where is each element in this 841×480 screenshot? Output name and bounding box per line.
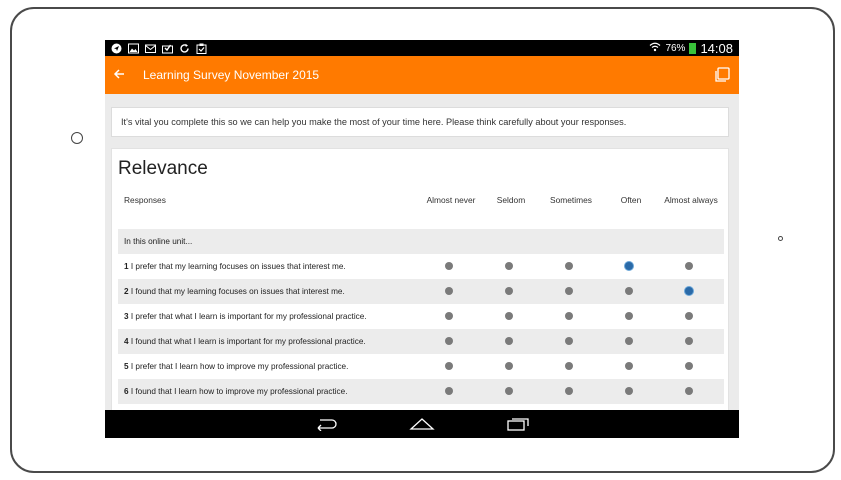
response-radio[interactable] [445, 362, 453, 370]
response-radio[interactable] [685, 337, 693, 345]
app-title: Learning Survey November 2015 [143, 68, 320, 82]
survey-table: In this online unit... 1 I prefer that m… [118, 229, 724, 429]
back-arrow-icon[interactable] [113, 68, 133, 83]
mail-check-icon [162, 43, 173, 54]
response-radio[interactable] [565, 262, 573, 270]
response-radio[interactable] [505, 337, 513, 345]
sync-icon [179, 43, 190, 54]
table-row: 1 I prefer that my learning focuses on i… [118, 254, 724, 279]
device-screen: 76% 14:08 Learning Survey November 2015 … [105, 40, 739, 438]
question-label: 6 I found that I learn how to improve my… [124, 387, 347, 396]
home-nav-icon[interactable] [409, 415, 435, 433]
intro-banner: It's vital you complete this so we can h… [111, 107, 729, 137]
response-radio[interactable] [505, 262, 513, 270]
battery-percent: 76% [665, 42, 686, 54]
response-radio[interactable] [685, 387, 693, 395]
response-radio[interactable] [565, 362, 573, 370]
question-text: I found that my learning focuses on issu… [130, 287, 345, 296]
navigation-icon [111, 43, 122, 54]
response-radio[interactable] [565, 312, 573, 320]
response-radio[interactable] [685, 287, 693, 295]
question-text: I prefer that my learning focuses on iss… [130, 262, 346, 271]
question-label: 3 I prefer that what I learn is importan… [124, 312, 367, 321]
response-radio[interactable] [445, 337, 453, 345]
recent-apps-icon[interactable] [505, 415, 531, 433]
response-radio[interactable] [625, 387, 633, 395]
question-text: I prefer that what I learn is important … [130, 312, 367, 321]
response-radio[interactable] [685, 262, 693, 270]
table-header: Responses Almost never Seldom Sometimes … [118, 195, 724, 227]
copy-icon[interactable] [713, 66, 731, 84]
question-number: 2 [124, 287, 129, 296]
app-bar: Learning Survey November 2015 [105, 56, 739, 94]
table-row: 4 I found that what I learn is important… [118, 329, 724, 354]
response-radio[interactable] [505, 362, 513, 370]
sensor-icon [778, 236, 783, 241]
wifi-icon [649, 42, 661, 55]
response-radio[interactable] [445, 287, 453, 295]
response-radio[interactable] [625, 337, 633, 345]
response-radio[interactable] [445, 262, 453, 270]
question-number: 5 [124, 362, 129, 371]
column-seldom: Seldom [496, 195, 526, 205]
response-radio[interactable] [625, 312, 633, 320]
table-row: 3 I prefer that what I learn is importan… [118, 304, 724, 329]
column-almost-always: Almost always [664, 195, 718, 205]
table-row: 5 I prefer that I learn how to improve m… [118, 354, 724, 379]
column-sometimes: Sometimes [550, 195, 592, 205]
image-icon [128, 43, 139, 54]
column-responses: Responses [124, 195, 166, 205]
question-label: 1 I prefer that my learning focuses on i… [124, 262, 346, 271]
response-radio[interactable] [685, 362, 693, 370]
response-radio[interactable] [625, 287, 633, 295]
response-radio[interactable] [505, 387, 513, 395]
question-text: I found that I learn how to improve my p… [130, 387, 348, 396]
question-label: 4 I found that what I learn is important… [124, 337, 366, 346]
gmail-icon [145, 43, 156, 54]
response-radio[interactable] [625, 262, 633, 270]
response-radio[interactable] [505, 287, 513, 295]
status-bar: 76% 14:08 [105, 40, 739, 56]
question-text: I prefer that I learn how to improve my … [130, 362, 349, 371]
column-almost-never: Almost never [426, 195, 476, 205]
question-number: 3 [124, 312, 129, 321]
group-label-row: In this online unit... [118, 229, 724, 254]
column-often: Often [620, 195, 642, 205]
back-nav-icon[interactable] [313, 415, 339, 433]
response-radio[interactable] [505, 312, 513, 320]
response-radio[interactable] [625, 362, 633, 370]
response-radio[interactable] [445, 387, 453, 395]
navigation-bar [105, 410, 739, 438]
battery-icon [689, 42, 697, 54]
question-label: 5 I prefer that I learn how to improve m… [124, 362, 348, 371]
question-label: 2 I found that my learning focuses on is… [124, 287, 345, 296]
section-title: Relevance [118, 158, 208, 179]
clipboard-icon [196, 43, 207, 54]
response-radio[interactable] [565, 387, 573, 395]
question-number: 4 [124, 337, 129, 346]
intro-text: It's vital you complete this so we can h… [121, 117, 627, 127]
clock: 14:08 [700, 40, 733, 56]
response-radio[interactable] [445, 312, 453, 320]
question-text: I found that what I learn is important f… [130, 337, 366, 346]
response-radio[interactable] [685, 312, 693, 320]
camera-icon [71, 132, 83, 144]
table-row: 2 I found that my learning focuses on is… [118, 279, 724, 304]
relevance-card: Relevance Responses Almost never Seldom … [111, 148, 729, 438]
question-number: 1 [124, 262, 129, 271]
response-radio[interactable] [565, 337, 573, 345]
question-number: 6 [124, 387, 129, 396]
group-label: In this online unit... [124, 237, 193, 246]
table-row: 6 I found that I learn how to improve my… [118, 379, 724, 404]
response-radio[interactable] [565, 287, 573, 295]
